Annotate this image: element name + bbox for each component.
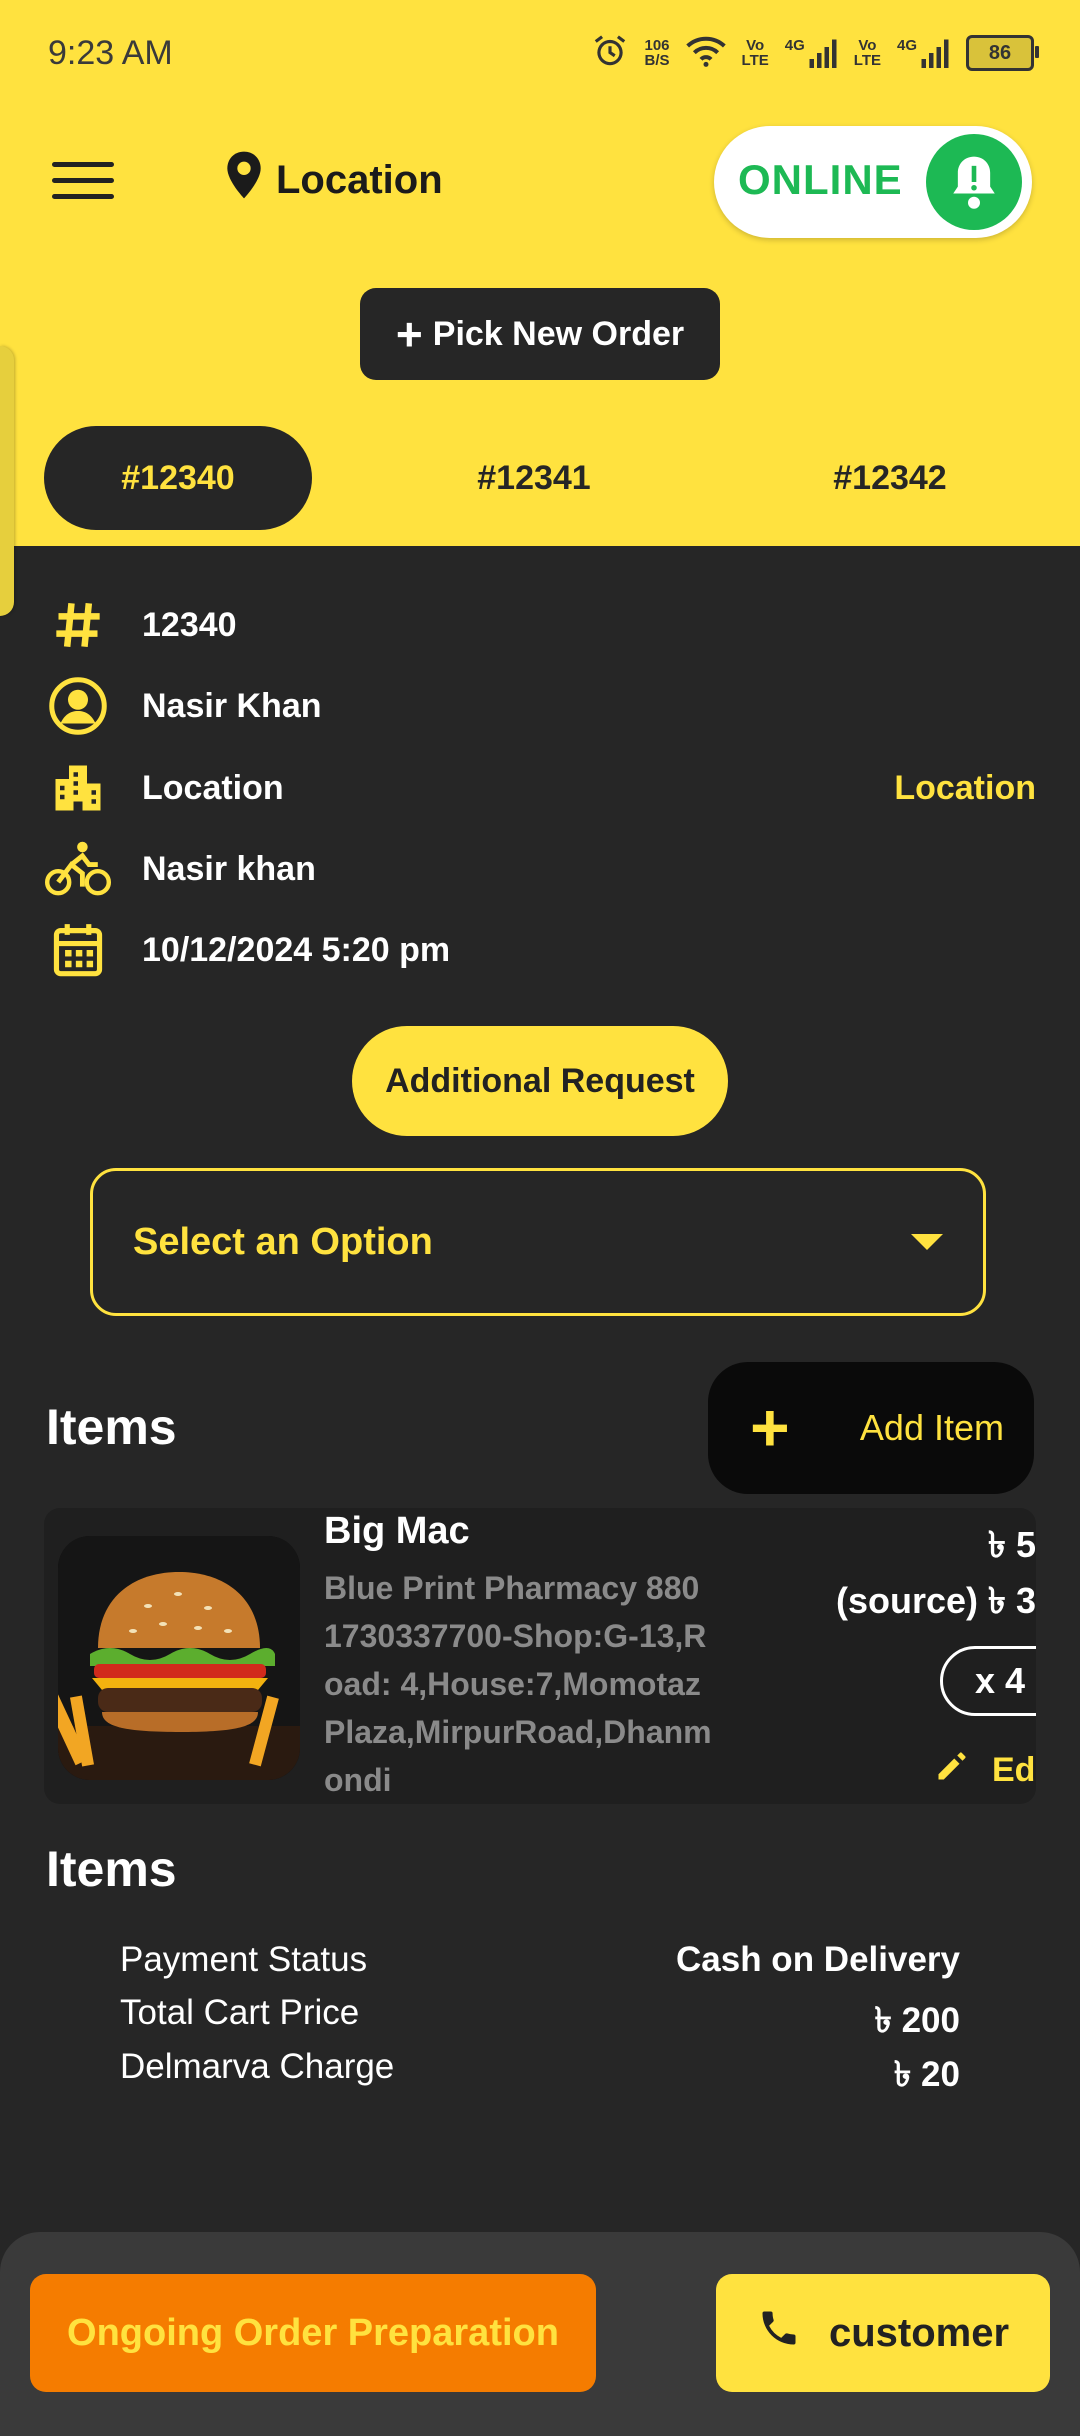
add-item-button[interactable]: + Add Item	[708, 1362, 1034, 1494]
datetime-row: 10/12/2024 5:20 pm	[44, 915, 1036, 985]
customer-label: customer	[828, 2310, 1010, 2355]
location-pin-icon	[224, 150, 264, 210]
location-text: Location	[142, 768, 284, 807]
additional-request-button[interactable]: Additional Request	[352, 1026, 728, 1136]
payment-status-value: Cash on Delivery	[676, 1940, 960, 1979]
summary-row: Payment Status Cash on Delivery	[120, 1940, 960, 1980]
battery-level: 86	[988, 41, 1012, 64]
total-cart-price-value: ৳ 200	[874, 2001, 960, 2040]
item-source-price: (source) ৳ 3	[836, 1580, 1036, 1621]
signal-icon-1: 4G	[785, 38, 838, 68]
total-cart-price-label: Total Cart Price	[120, 1993, 360, 2032]
payment-status-label: Payment Status	[120, 1940, 368, 1979]
tab-order-12340[interactable]: #12340	[44, 426, 312, 530]
option-select[interactable]: Select an Option	[90, 1168, 986, 1316]
summary-row: Total Cart Price ৳ 200	[120, 1993, 960, 2052]
online-toggle[interactable]: ONLINE	[714, 126, 1032, 238]
order-datetime: 10/12/2024 5:20 pm	[142, 930, 451, 969]
item-image	[58, 1536, 300, 1780]
item-name: Big Mac	[324, 1510, 470, 1552]
customer-name: Nasir Khan	[142, 686, 322, 725]
add-item-label: Add Item	[859, 1407, 1004, 1448]
status-icons: 106 B/S Vo LTE 4G Vo LTE 4G 86	[591, 28, 1039, 78]
order-id-row: 12340	[44, 590, 1036, 660]
building-icon	[44, 754, 112, 822]
item-card[interactable]: Big Mac Blue Print Pharmacy 880173033770…	[44, 1508, 1036, 1804]
edit-item-label: Edit	[992, 1751, 1036, 1789]
hash-icon	[44, 591, 112, 659]
summary-title: Items	[46, 1841, 177, 1897]
sim1-lte: Vo LTE	[741, 37, 769, 69]
battery-icon: 86	[966, 35, 1039, 71]
tab-order-12342[interactable]: #12342	[756, 426, 1024, 530]
sim2-lte: Vo LTE	[853, 37, 881, 69]
alarm-icon	[591, 32, 629, 75]
quantity-value: x 4	[975, 1660, 1026, 1701]
rider-row: Nasir khan	[44, 834, 1036, 904]
edit-item-button[interactable]: Edit	[934, 1748, 1036, 1793]
calendar-icon	[44, 916, 112, 984]
pick-new-order-button[interactable]: + Pick New Order	[360, 288, 720, 380]
location-header-label: Location	[276, 157, 443, 202]
pencil-icon	[934, 1748, 970, 1793]
option-select-value: Select an Option	[133, 1220, 433, 1263]
menu-icon[interactable]	[52, 162, 114, 202]
customer-row: Nasir Khan	[44, 671, 1036, 741]
online-label: ONLINE	[738, 156, 903, 203]
signal-icon-2: 4G	[897, 38, 950, 68]
plus-icon: +	[395, 308, 423, 360]
drawer-handle[interactable]	[0, 346, 14, 616]
ongoing-order-preparation-button[interactable]: Ongoing Order Preparation	[30, 2274, 596, 2392]
status-time: 9:23 AM	[48, 34, 173, 72]
location-link[interactable]: Location	[894, 769, 1036, 808]
person-icon	[44, 672, 112, 740]
quantity-badge[interactable]: x 4	[940, 1646, 1036, 1716]
location-header[interactable]: Location	[224, 150, 443, 210]
chevron-down-icon	[911, 1234, 943, 1250]
call-customer-button[interactable]: customer	[716, 2274, 1050, 2392]
plus-icon: +	[750, 1390, 790, 1466]
items-title: Items	[46, 1399, 177, 1455]
rider-name: Nasir khan	[142, 849, 316, 888]
order-id: 12340	[142, 605, 237, 644]
bell-icon[interactable]	[926, 134, 1022, 230]
phone-icon	[757, 2306, 801, 2360]
item-price: ৳ 5	[988, 1524, 1036, 1565]
delmarva-charge-value: ৳ 20	[893, 2055, 960, 2094]
location-row: Location Location	[44, 753, 1036, 823]
item-description: Blue Print Pharmacy 8801730337700-Shop:G…	[324, 1570, 712, 1798]
bicycle-icon	[44, 835, 112, 903]
pick-new-order-label: Pick New Order	[432, 314, 685, 353]
summary-row: Delmarva Charge ৳ 20	[120, 2047, 960, 2106]
tab-order-12341[interactable]: #12341	[400, 426, 668, 530]
net-speed: 106 B/S	[644, 37, 670, 69]
delmarva-charge-label: Delmarva Charge	[120, 2047, 395, 2086]
wifi-icon	[685, 34, 726, 73]
